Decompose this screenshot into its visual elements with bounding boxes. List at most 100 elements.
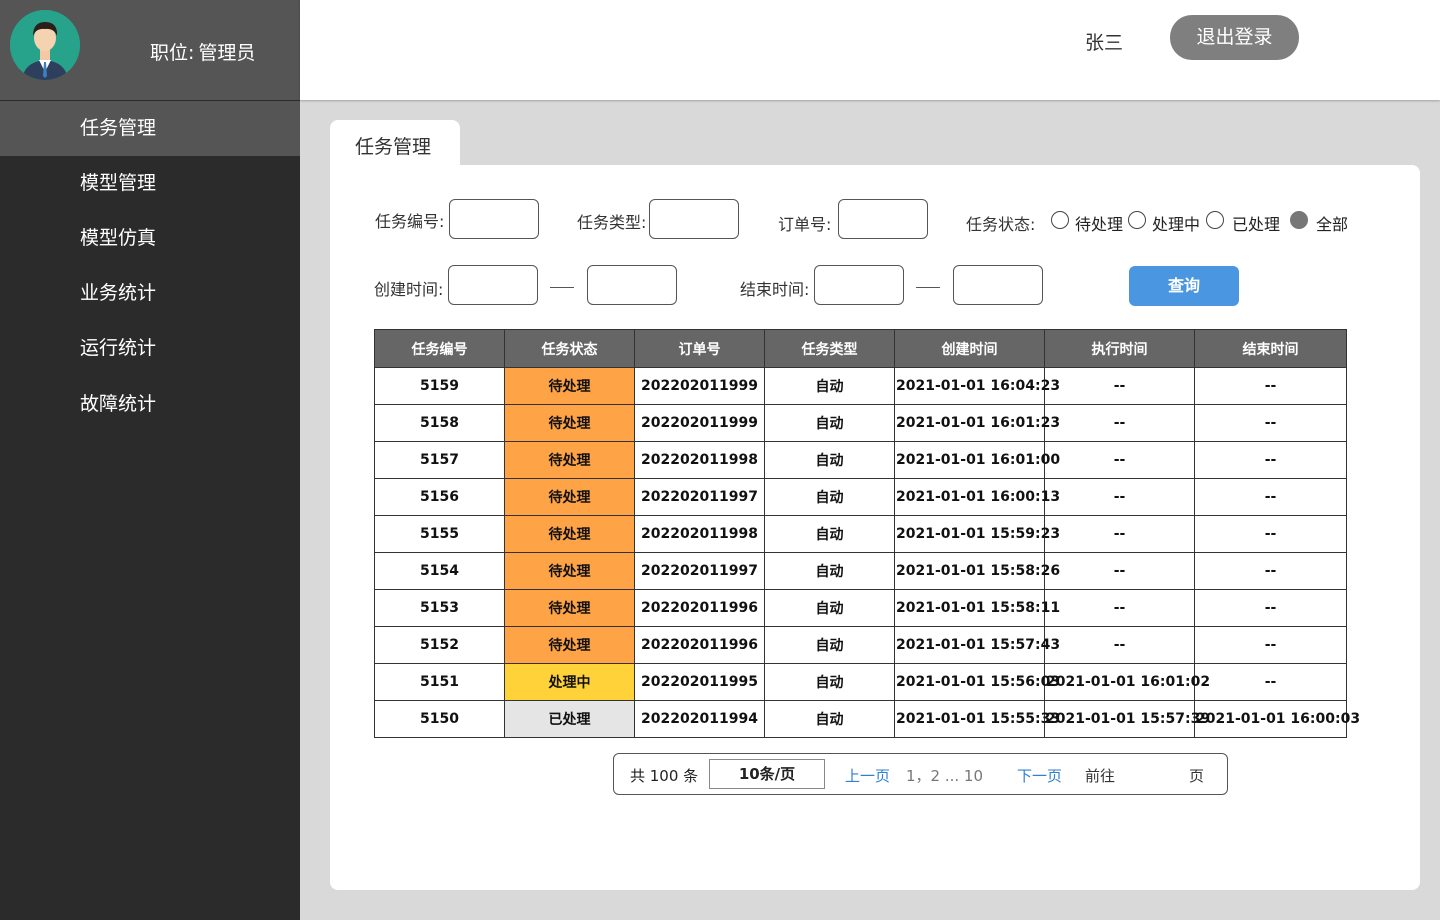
cell-task-id: 5157 — [374, 441, 505, 479]
column-header[interactable]: 执行时间 — [1044, 329, 1195, 368]
end-end-input[interactable] — [953, 265, 1043, 305]
table-row[interactable]: 5154 待处理 202202011997 自动 2021-01-01 15:5… — [374, 552, 1347, 590]
cell-exec-time: -- — [1044, 589, 1195, 627]
tab-task-management[interactable]: 任务管理 — [330, 120, 460, 166]
sidebar-item-label: 模型仿真 — [80, 227, 157, 249]
status-badge: 已处理 — [504, 700, 635, 738]
order-no-input[interactable] — [838, 199, 928, 239]
column-header[interactable]: 结束时间 — [1194, 329, 1347, 368]
end-time-label: 结束时间: — [740, 280, 810, 299]
cell-order-no: 202202011995 — [634, 663, 765, 701]
column-header[interactable]: 订单号 — [634, 329, 765, 368]
sidebar-item-label: 模型管理 — [80, 172, 157, 194]
task-type-input[interactable] — [649, 199, 739, 239]
end-start-input[interactable] — [814, 265, 904, 305]
sidebar-item-label: 故障统计 — [80, 393, 157, 415]
username: 张三 — [1085, 32, 1124, 54]
cell-end-time: 2021-01-01 16:00:03 — [1194, 700, 1360, 738]
status-option-all: 全部 — [1316, 215, 1349, 234]
table-row[interactable]: 5155 待处理 202202011998 自动 2021-01-01 15:5… — [374, 515, 1347, 553]
tab-label: 任务管理 — [355, 136, 432, 158]
sidebar-item-runtime-stats[interactable]: 运行统计 — [0, 321, 300, 376]
cell-task-type: 自动 — [764, 441, 895, 479]
table-row[interactable]: 5151 处理中 202202011995 自动 2021-01-01 15:5… — [374, 663, 1347, 701]
created-time-label: 创建时间: — [374, 280, 444, 299]
status-radio-pending[interactable] — [1051, 211, 1069, 229]
status-radio-processing[interactable] — [1128, 211, 1146, 229]
table-row[interactable]: 5159 待处理 202202011999 自动 2021-01-01 16:0… — [374, 367, 1347, 405]
cell-task-id: 5150 — [374, 700, 505, 738]
cell-created-time: 2021-01-01 15:55:33 — [894, 700, 1060, 738]
cell-exec-time: 2021-01-01 15:57:39 — [1044, 700, 1210, 738]
role-value: 管理员 — [198, 42, 256, 64]
prev-page-link[interactable]: 上一页 — [845, 765, 890, 786]
profile-panel: 职位: 管理员 — [0, 0, 300, 100]
status-badge: 待处理 — [504, 478, 635, 516]
column-header[interactable]: 任务编号 — [374, 329, 505, 368]
sidebar: 职位: 管理员 任务管理 模型管理 模型仿真 业务统计 运行统计 故障统计 — [0, 0, 300, 920]
sidebar-item-model-simulation[interactable]: 模型仿真 — [0, 211, 300, 266]
status-radio-all[interactable] — [1290, 211, 1308, 229]
cell-created-time: 2021-01-01 16:01:00 — [894, 441, 1060, 479]
created-end-input[interactable] — [587, 265, 677, 305]
cell-task-id: 5159 — [374, 367, 505, 405]
cell-end-time: -- — [1194, 626, 1347, 664]
table-row[interactable]: 5157 待处理 202202011998 自动 2021-01-01 16:0… — [374, 441, 1347, 479]
cell-exec-time: 2021-01-01 16:01:02 — [1044, 663, 1210, 701]
table-row[interactable]: 5156 待处理 202202011997 自动 2021-01-01 16:0… — [374, 478, 1347, 516]
status-option-done: 已处理 — [1232, 215, 1281, 234]
next-page-link[interactable]: 下一页 — [1017, 765, 1062, 786]
sidebar-item-label: 运行统计 — [80, 337, 157, 359]
cell-task-id: 5151 — [374, 663, 505, 701]
cell-task-type: 自动 — [764, 478, 895, 516]
top-header: 张三 退出登录 — [300, 0, 1440, 100]
goto-label: 前往 — [1085, 767, 1116, 785]
cell-task-id: 5158 — [374, 404, 505, 442]
table-row[interactable]: 5153 待处理 202202011996 自动 2021-01-01 15:5… — [374, 589, 1347, 627]
cell-end-time: -- — [1194, 441, 1347, 479]
cell-created-time: 2021-01-01 16:00:13 — [894, 478, 1060, 516]
cell-order-no: 202202011996 — [634, 589, 765, 627]
avatar[interactable] — [10, 10, 80, 80]
page-size-select[interactable]: 10条/页 — [709, 759, 825, 789]
sidebar-item-model-management[interactable]: 模型管理 — [0, 156, 300, 211]
table-row[interactable]: 5150 已处理 202202011994 自动 2021-01-01 15:5… — [374, 700, 1360, 738]
task-id-label: 任务编号: — [375, 212, 445, 231]
cell-end-time: -- — [1194, 589, 1347, 627]
task-id-input[interactable] — [449, 199, 539, 239]
cell-order-no: 202202011998 — [634, 441, 765, 479]
cell-task-type: 自动 — [764, 589, 895, 627]
status-badge: 待处理 — [504, 626, 635, 664]
task-table: 任务编号 任务状态 订单号 任务类型 创建时间 执行时间 结束时间 5159 待… — [374, 329, 1360, 738]
logout-button[interactable]: 退出登录 — [1170, 15, 1299, 60]
status-badge: 待处理 — [504, 552, 635, 590]
status-badge: 待处理 — [504, 441, 635, 479]
sidebar-item-business-stats[interactable]: 业务统计 — [0, 266, 300, 321]
status-radio-done[interactable] — [1206, 211, 1224, 229]
cell-task-type: 自动 — [764, 663, 895, 701]
table-row[interactable]: 5152 待处理 202202011996 自动 2021-01-01 15:5… — [374, 626, 1347, 664]
sidebar-item-fault-stats[interactable]: 故障统计 — [0, 377, 300, 432]
created-start-input[interactable] — [448, 265, 538, 305]
query-button[interactable]: 查询 — [1129, 266, 1239, 306]
range-separator — [550, 287, 574, 288]
cell-created-time: 2021-01-01 15:58:11 — [894, 589, 1060, 627]
cell-exec-time: -- — [1044, 626, 1195, 664]
sidebar-item-task-management[interactable]: 任务管理 — [0, 101, 300, 156]
table-header-row: 任务编号 任务状态 订单号 任务类型 创建时间 执行时间 结束时间 — [374, 329, 1347, 368]
column-header[interactable]: 任务类型 — [764, 329, 895, 368]
cell-order-no: 202202011999 — [634, 404, 765, 442]
page-numbers[interactable]: 1，2 ... 10 — [906, 765, 983, 786]
cell-order-no: 202202011994 — [634, 700, 765, 738]
column-header[interactable]: 任务状态 — [504, 329, 635, 368]
column-header[interactable]: 创建时间 — [894, 329, 1045, 368]
cell-exec-time: -- — [1044, 515, 1195, 553]
cell-created-time: 2021-01-01 15:56:03 — [894, 663, 1060, 701]
cell-task-id: 5156 — [374, 478, 505, 516]
table-row[interactable]: 5158 待处理 202202011999 自动 2021-01-01 16:0… — [374, 404, 1347, 442]
goto-page-input[interactable] — [1124, 761, 1186, 787]
cell-order-no: 202202011997 — [634, 478, 765, 516]
cell-created-time: 2021-01-01 15:58:26 — [894, 552, 1060, 590]
task-type-label: 任务类型: — [577, 213, 647, 232]
task-status-label: 任务状态: — [966, 215, 1036, 234]
